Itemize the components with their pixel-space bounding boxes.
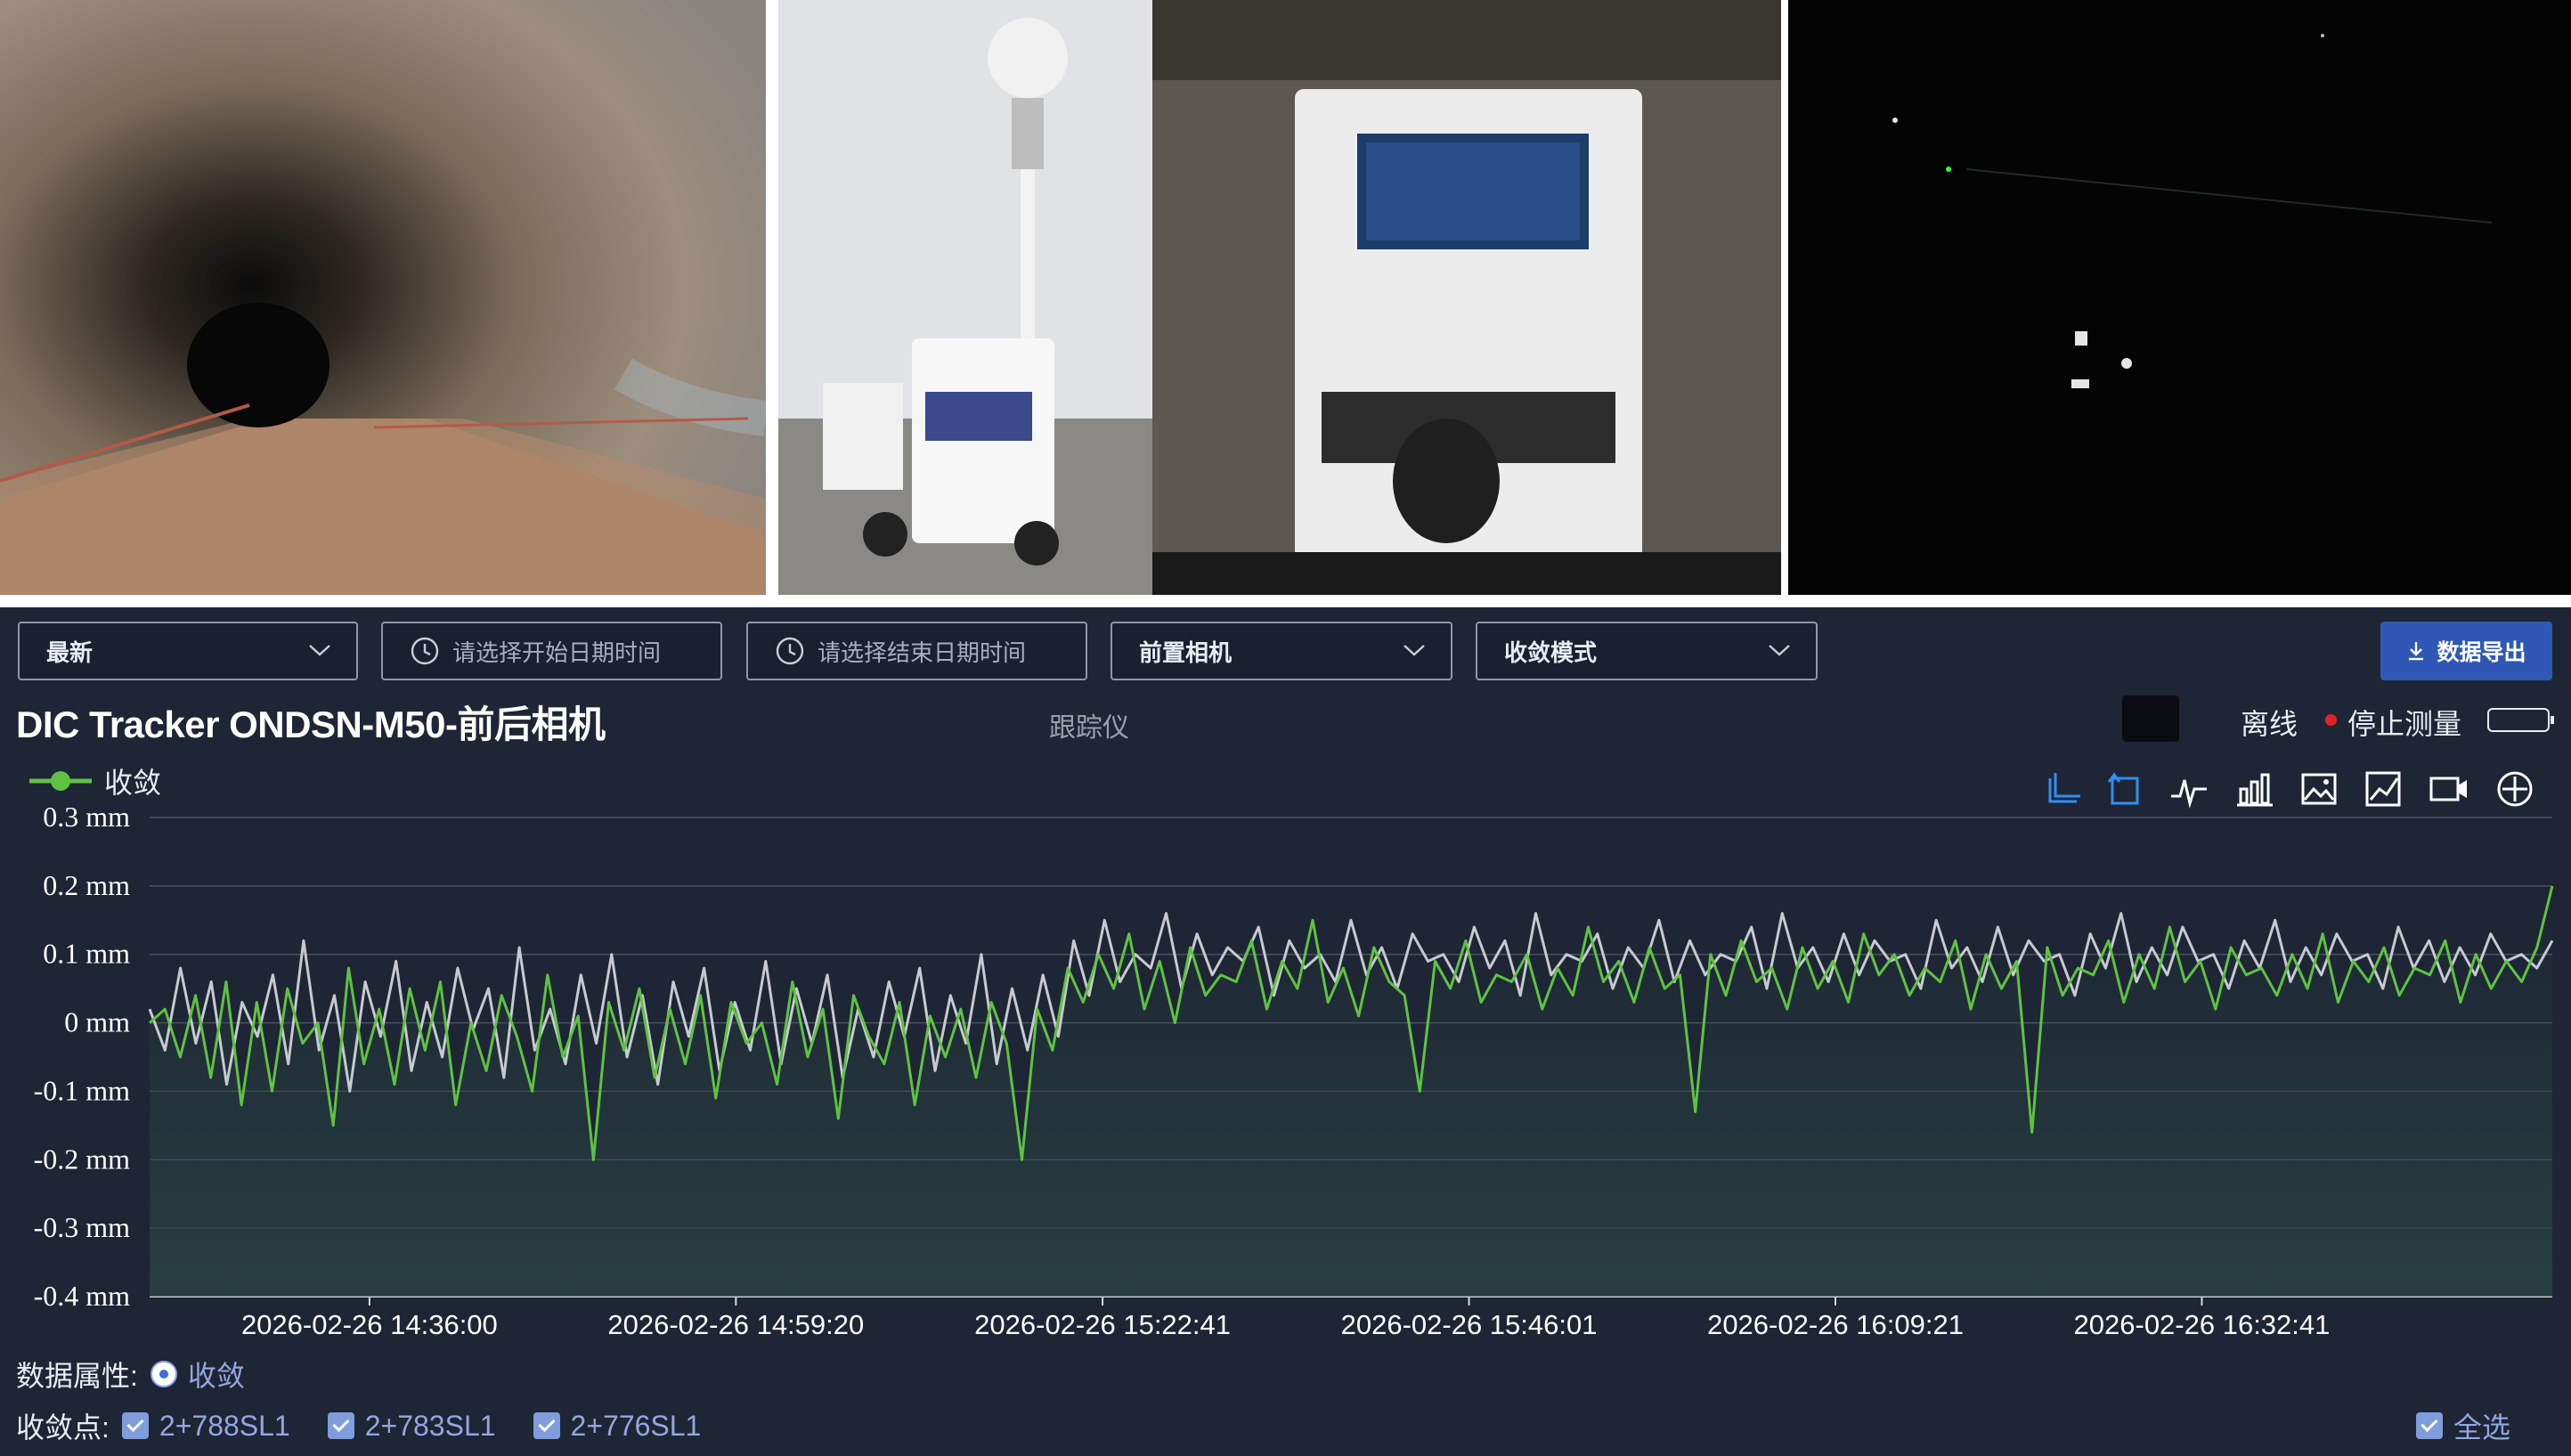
point-checkbox[interactable] — [327, 1412, 354, 1439]
x-tick-label: 2026-02-26 16:32:41 — [2074, 1309, 2331, 1340]
battery-icon — [2487, 708, 2554, 732]
select-all[interactable]: 全选 — [2416, 1405, 2510, 1446]
export-data-button[interactable]: 数据导出 — [2380, 622, 2552, 680]
x-axis-ticks: 2026-02-26 14:36:00 2026-02-26 14:59:20 20… — [241, 1297, 2330, 1340]
mode-select-label: 收敛模式 — [1504, 639, 1598, 666]
mode-select[interactable]: 收敛模式 — [1476, 622, 1818, 680]
camera-select-label: 前置相机 — [1139, 639, 1233, 666]
stop-status-dot — [2325, 714, 2337, 726]
download-icon — [2409, 642, 2424, 661]
tunnel-photo — [0, 0, 766, 595]
y-tick-label: 0.2 mm — [43, 869, 130, 901]
attribute-value[interactable]: 收敛 — [188, 1354, 245, 1395]
page-title: DIC Tracker ONDSN-M50-前后相机 — [16, 704, 606, 745]
convergence-points-row: 收敛点: 2+788SL1 2+783SL1 2+776SL1 — [16, 1405, 726, 1446]
chevron-down-icon — [1403, 645, 1425, 656]
attribute-radio[interactable] — [150, 1361, 177, 1387]
stop-measure-label: 停止测量 — [2347, 708, 2462, 740]
end-datetime-picker[interactable]: 请选择结束日期时间 — [746, 622, 1087, 680]
points-label: 收敛点: — [16, 1411, 110, 1444]
y-tick-label: -0.4 mm — [34, 1280, 131, 1312]
x-tick-label: 2026-02-26 15:46:01 — [1341, 1309, 1598, 1340]
convergence-line-chart[interactable]: 0.3 mm 0.2 mm 0.1 mm 0 mm -0.1 mm -0.2 mm -0.3… — [0, 784, 2571, 1354]
export-label: 数据导出 — [2437, 640, 2526, 665]
status-indicator — [2122, 695, 2179, 742]
point-checkbox[interactable] — [533, 1412, 560, 1439]
x-tick-label: 2026-02-26 15:22:41 — [974, 1309, 1231, 1340]
y-tick-label: -0.1 mm — [34, 1074, 131, 1106]
data-attribute-row: 数据属性: 收敛 — [16, 1354, 245, 1395]
x-tick-label: 2026-02-26 16:09:21 — [1707, 1309, 1964, 1340]
offline-status: 离线 — [2241, 708, 2298, 740]
y-tick-label: -0.3 mm — [34, 1211, 131, 1243]
tracker-device-photo — [778, 0, 1152, 595]
clock-icon — [411, 637, 439, 665]
clock-icon — [776, 637, 804, 665]
device-type-label: 跟踪仪 — [1049, 713, 1129, 743]
x-tick-label: 2026-02-26 14:36:00 — [241, 1309, 498, 1340]
camera-select[interactable]: 前置相机 — [1111, 622, 1452, 680]
chart-series — [148, 885, 2554, 1297]
end-datetime-placeholder: 请选择结束日期时间 — [818, 639, 1027, 666]
y-tick-label: 0.3 mm — [43, 801, 130, 833]
night-camera-photo — [1788, 0, 2571, 595]
y-axis-ticks: 0.3 mm 0.2 mm 0.1 mm 0 mm -0.1 mm -0.2 mm -0.3… — [34, 801, 131, 1312]
control-console-photo — [1152, 0, 1781, 595]
data-attribute-label: 数据属性: — [16, 1360, 138, 1392]
point-label[interactable]: 2+783SL1 — [365, 1410, 496, 1443]
x-tick-label: 2026-02-26 14:59:20 — [607, 1309, 864, 1340]
point-checkbox[interactable] — [121, 1412, 149, 1439]
point-label[interactable]: 2+788SL1 — [159, 1410, 290, 1443]
y-tick-label: 0 mm — [64, 1006, 130, 1038]
select-all-label: 全选 — [2453, 1411, 2511, 1444]
latest-filter-select[interactable]: 最新 — [18, 622, 358, 680]
latest-filter-label: 最新 — [46, 639, 94, 666]
point-label[interactable]: 2+776SL1 — [571, 1410, 702, 1443]
start-datetime-picker[interactable]: 请选择开始日期时间 — [381, 622, 722, 680]
start-datetime-placeholder: 请选择开始日期时间 — [452, 639, 662, 666]
chevron-down-icon — [1769, 645, 1790, 656]
chevron-down-icon — [309, 645, 330, 656]
y-tick-label: -0.2 mm — [34, 1143, 131, 1175]
select-all-checkbox[interactable] — [2416, 1412, 2443, 1439]
photo-strip — [0, 0, 2571, 595]
y-tick-label: 0.1 mm — [43, 938, 130, 970]
